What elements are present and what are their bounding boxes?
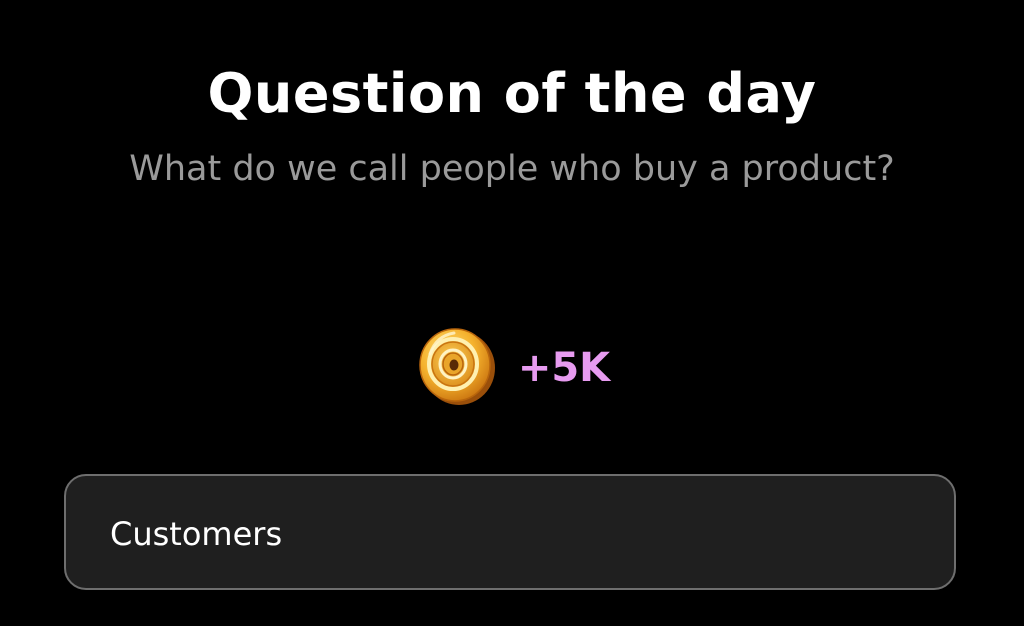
question-text: What do we call people who buy a product… <box>129 149 895 189</box>
quiz-screen: Question of the day What do we call peop… <box>0 0 1024 626</box>
answer-label: Customers <box>110 515 283 553</box>
answer-option-customers[interactable]: Customers <box>64 474 956 590</box>
coin-icon <box>419 328 495 405</box>
reward-row: +5K <box>0 324 1024 408</box>
reward-amount: +5K <box>517 345 611 391</box>
page-title: Question of the day <box>207 62 817 125</box>
